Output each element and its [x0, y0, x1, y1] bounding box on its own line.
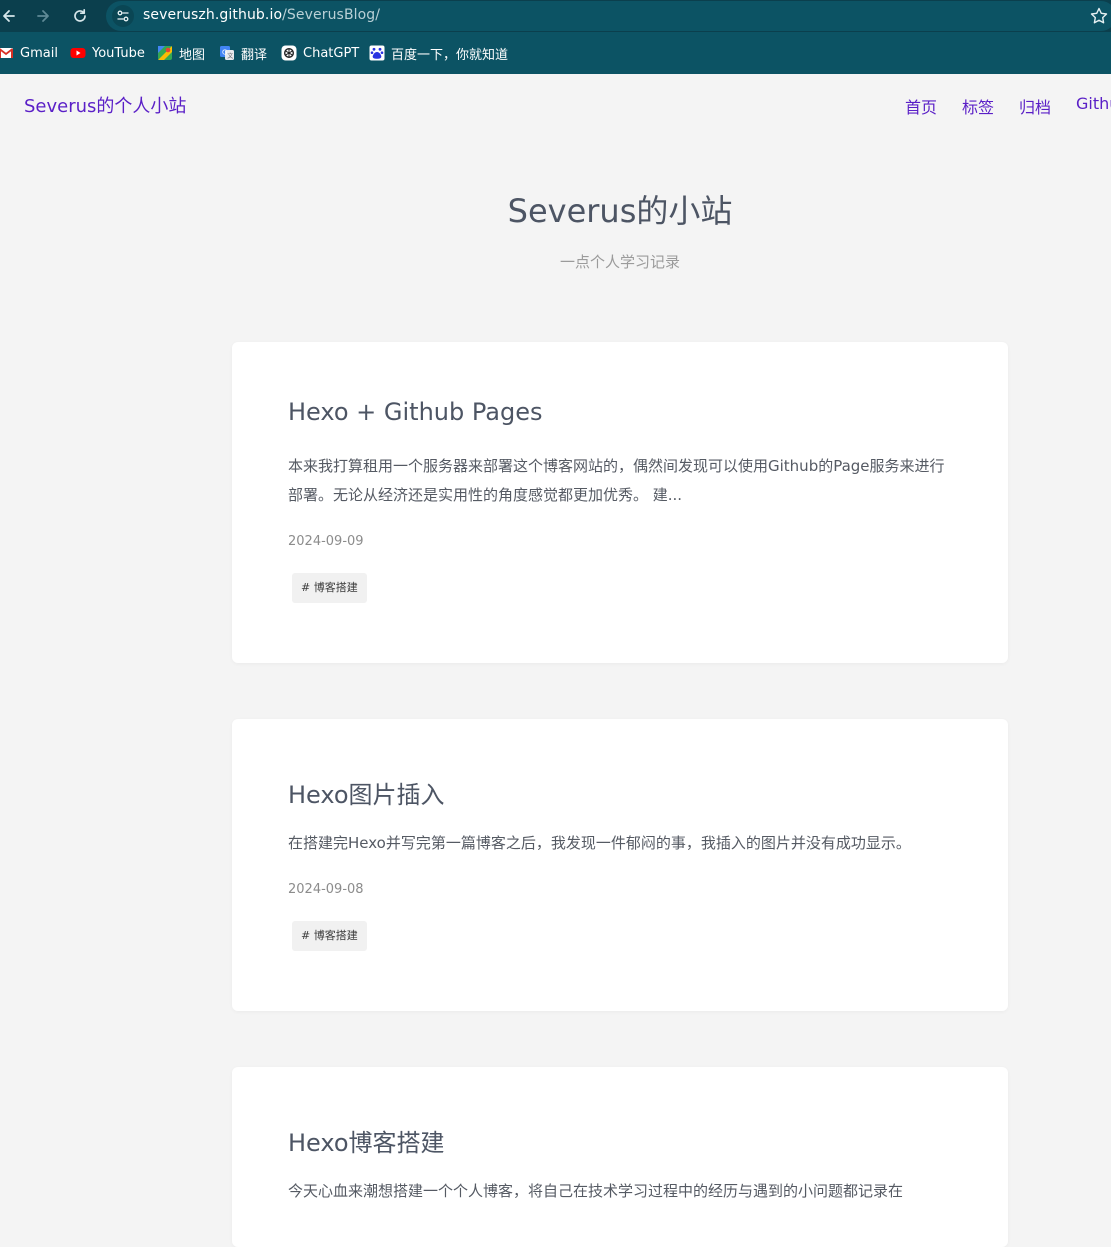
arrow-left-icon	[3, 10, 15, 22]
nav-github[interactable]: Github	[1076, 94, 1111, 113]
youtube-icon	[70, 45, 86, 61]
post-tag-link[interactable]: # 博客搭建	[292, 573, 367, 603]
bookmark-translate[interactable]: G 文 翻译	[219, 44, 268, 63]
bookmark-label: YouTube	[92, 45, 145, 61]
page-subtitle: 一点个人学习记录	[559, 253, 680, 271]
bookmark-label: 地图	[179, 47, 206, 63]
post-title-link[interactable]: Hexo + Github Pages	[288, 398, 542, 426]
url-path: /SeverusBlog/	[282, 7, 381, 23]
url-host: severuszh.github.io	[143, 7, 283, 23]
forward-button[interactable]	[31, 4, 55, 28]
post-card: Hexo图片插入 在搭建完Hexo并写完第一篇博客之后，我发现一件郁闷的事，我插…	[232, 719, 1008, 1011]
nav-archives[interactable]: 归档	[1019, 94, 1051, 118]
post-card: Hexo + Github Pages 本来我打算租用一个服务器来部署这个博客网…	[232, 342, 1008, 663]
bookmark-label: Gmail	[20, 45, 58, 61]
post-card: Hexo博客搭建 今天心血来潮想搭建一个个人博客，将自己在技术学习过程中的经历与…	[232, 1067, 1008, 1247]
bookmark-label: 翻译	[241, 47, 268, 63]
site-info-icon[interactable]	[112, 5, 134, 27]
chatgpt-icon	[281, 45, 297, 61]
post-excerpt: 今天心血来潮想搭建一个个人博客，将自己在技术学习过程中的经历与遇到的小问题都记录…	[288, 1182, 904, 1200]
url-text[interactable]: severuszh.github.io/SeverusBlog/	[143, 7, 380, 23]
bookmarks-bar: Gmail YouTube 地图 G 文 翻译 ChatGPT 百度一下，你就知…	[0, 32, 1111, 74]
post-date: 2024-09-08	[288, 882, 364, 897]
bookmark-label: 百度一下，你就知道	[391, 47, 509, 63]
bookmark-baidu[interactable]: 百度一下，你就知道	[369, 44, 509, 63]
post-excerpt: 在搭建完Hexo并写完第一篇博客之后，我发现一件郁闷的事，我插入的图片并没有成功…	[288, 834, 911, 852]
gmail-icon	[0, 45, 14, 61]
bookmark-label: ChatGPT	[303, 45, 360, 61]
arrow-right-icon	[37, 10, 49, 22]
browser-toolbar: severuszh.github.io/SeverusBlog/	[0, 0, 1111, 32]
post-tag-link[interactable]: # 博客搭建	[292, 921, 367, 951]
bookmark-gmail[interactable]: Gmail	[0, 44, 58, 62]
nav-tags[interactable]: 标签	[962, 94, 994, 118]
translate-icon: G 文	[219, 45, 235, 61]
page-title: Severus的小站	[507, 192, 733, 230]
baidu-icon	[369, 45, 385, 61]
reload-icon	[74, 8, 86, 22]
bookmark-youtube[interactable]: YouTube	[70, 44, 145, 62]
back-button[interactable]	[0, 4, 21, 28]
bookmark-chatgpt[interactable]: ChatGPT	[281, 44, 359, 62]
bookmark-star-icon[interactable]	[1089, 6, 1109, 26]
post-date: 2024-09-09	[288, 534, 364, 549]
nav-home[interactable]: 首页	[905, 94, 937, 118]
post-excerpt: 本来我打算租用一个服务器来部署这个博客网站的，偶然间发现可以使用Github的P…	[288, 457, 945, 504]
post-title-link[interactable]: Hexo博客搭建	[288, 1123, 445, 1158]
post-title-link[interactable]: Hexo图片插入	[288, 775, 445, 810]
svg-text:文: 文	[227, 52, 233, 60]
bookmark-maps[interactable]: 地图	[157, 44, 206, 63]
maps-icon	[157, 45, 173, 61]
site-brand-link[interactable]: Severus的个人小站	[24, 92, 186, 118]
reload-button[interactable]	[68, 4, 92, 28]
